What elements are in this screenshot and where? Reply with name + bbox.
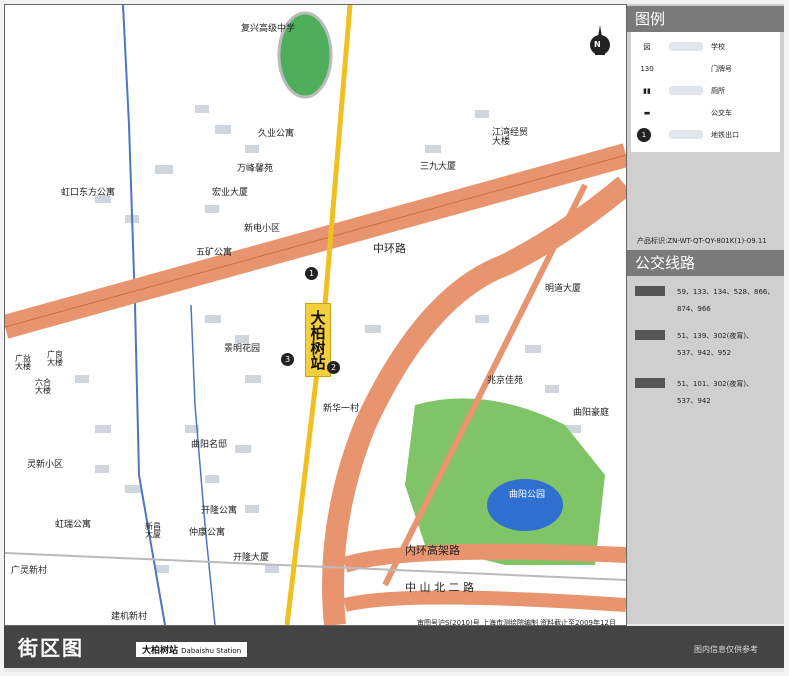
compass-n: N xyxy=(594,40,601,49)
legend-swatch xyxy=(669,130,703,139)
place-hongrui: 虹瑞公寓 xyxy=(55,520,92,530)
exit-1[interactable]: 1 xyxy=(305,267,318,280)
map-area[interactable]: 复兴高级中学 久业公寓 万峰馨苑 虹口东方公寓 宏业大厦 新电小区 五矿公寓 三… xyxy=(4,4,627,626)
legend-swatch xyxy=(669,86,703,95)
place-hongye: 宏业大厦 xyxy=(212,188,249,198)
place-xindian: 新电小区 xyxy=(244,224,281,234)
place-kailonggy: 开隆公寓 xyxy=(201,506,238,516)
footer: 街区图 大柏树站 Dabaishu Station 图内信息仅供参考 xyxy=(4,626,784,668)
place-zhaojing: 兆京佳苑 xyxy=(487,376,524,386)
school-icon: 図 xyxy=(643,43,651,51)
place-guangliang: 广良大楼 xyxy=(47,350,63,367)
place-jingming: 景明花园 xyxy=(224,344,261,354)
place-wanfeng: 万峰馨苑 xyxy=(237,164,274,174)
metro-exit-icon: 1 xyxy=(637,128,651,142)
footer-station: 大柏树站 Dabaishu Station xyxy=(136,642,248,657)
legend-number: 130 门牌号 xyxy=(631,60,780,78)
road-zhonghuan: 中环路 xyxy=(373,242,406,255)
place-kailongds: 开隆大厦 xyxy=(233,553,270,563)
legend-exit: 1 地铁出口 xyxy=(631,126,780,144)
place-mingdao: 明道大厦 xyxy=(545,284,582,294)
place-sanjiu: 三九大厦 xyxy=(420,162,457,172)
toilet-icon: ▮▮ xyxy=(643,87,651,95)
bus-lines: 59、133、134、528、866、 874、966 51、139、302(夜… xyxy=(631,278,780,478)
product-code: 产品标识:ZN-WT-QT-QY-801K(1)-09.11 xyxy=(637,237,767,245)
park-label: 曲阳公园 xyxy=(509,490,546,500)
footer-note: 图内信息仅供参考 xyxy=(694,645,758,654)
place-xinchang: 新昌大厦 xyxy=(145,522,161,539)
legend-box: 図 学校 130 门牌号 ▮▮ 厕所 ▬ 公交车 1 地铁出口 xyxy=(631,32,780,152)
school-label: 复兴高级中学 xyxy=(241,24,296,34)
place-quyanghao: 曲阳豪庭 xyxy=(573,408,610,418)
legend-bus: ▬ 公交车 xyxy=(631,104,780,122)
exit-2[interactable]: 2 xyxy=(327,361,340,374)
place-jiangwan: 江湾经贸大楼 xyxy=(492,128,529,147)
place-hongqiao: 虹口东方公寓 xyxy=(61,188,116,198)
bus-icon: ▬ xyxy=(643,109,651,117)
legend-swatch xyxy=(669,42,703,51)
place-jiuye: 久业公寓 xyxy=(258,129,295,139)
map-credit: 审图号沪S(2010)号 上海市测绘院编制 资料截止至2009年12月 xyxy=(417,619,616,626)
place-liuhe: 六合大楼 xyxy=(35,378,51,395)
number-icon: 130 xyxy=(640,65,654,73)
place-zhongkang: 仲康公寓 xyxy=(189,528,226,538)
legend-title: 图例 xyxy=(627,6,784,32)
place-quyangming: 曲阳名邸 xyxy=(191,440,228,450)
place-guangling: 广灵新村 xyxy=(11,566,48,576)
legend-school: 図 学校 xyxy=(631,38,780,56)
place-wukuang: 五矿公寓 xyxy=(196,248,233,258)
place-xinhua: 新华一村 xyxy=(323,404,360,414)
bus-icon xyxy=(635,330,665,340)
bus-title: 公交线路 xyxy=(627,250,784,276)
bus-icon xyxy=(635,286,665,296)
place-lingxin: 灵新小区 xyxy=(27,460,64,470)
footer-title: 街区图 xyxy=(18,636,84,660)
exit-3[interactable]: 3 xyxy=(281,353,294,366)
bus-icon xyxy=(635,378,665,388)
place-guangyi: 广益大楼 xyxy=(15,354,31,371)
road-zhongshanbei: 中 山 北 二 路 xyxy=(405,581,474,594)
place-jianji: 建机新村 xyxy=(111,612,148,622)
legend-toilet: ▮▮ 厕所 xyxy=(631,82,780,100)
road-inner: 内环高架路 xyxy=(405,544,460,557)
sidebar: 图例 図 学校 130 门牌号 ▮▮ 厕所 ▬ 公交车 1 地铁出口 产品标识:… xyxy=(627,4,784,624)
